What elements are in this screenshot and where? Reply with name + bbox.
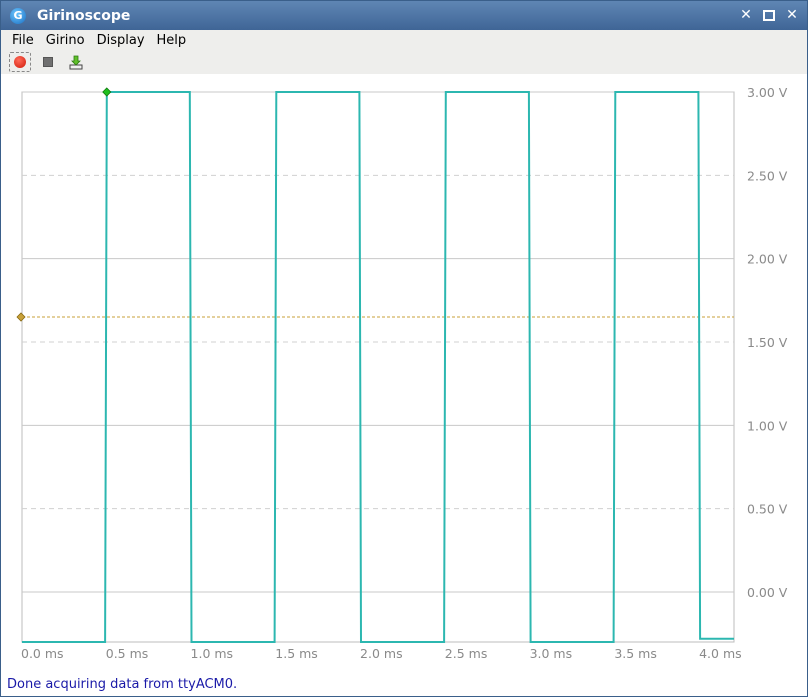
toolbar (1, 50, 807, 74)
y-tick-label: 0.00 V (747, 585, 788, 600)
x-tick-label: 3.0 ms (530, 646, 573, 661)
scope-chart[interactable]: 3.00 V 2.50 V 2.00 V 1.50 V 1.00 V 0.50 V 0.00… (1, 74, 807, 674)
x-tick-label: 3.5 ms (614, 646, 657, 661)
title-bar[interactable]: G Girinoscope ✕ ✕ (1, 1, 807, 30)
window-controls: ✕ ✕ (737, 6, 801, 24)
y-tick-label: 1.00 V (747, 418, 788, 433)
export-icon (69, 55, 83, 70)
menu-display[interactable]: Display (91, 33, 151, 48)
x-tick-label: 4.0 ms (699, 646, 742, 661)
menu-file[interactable]: File (6, 33, 40, 48)
close-icon[interactable]: ✕ (783, 6, 801, 24)
export-button[interactable] (65, 52, 87, 72)
y-tick-label: 0.50 V (747, 502, 788, 517)
record-icon (14, 56, 26, 68)
y-tick-label: 3.00 V (747, 85, 788, 100)
stop-icon (43, 57, 53, 67)
scope-display[interactable]: 3.00 V 2.50 V 2.00 V 1.50 V 1.00 V 0.50 V 0.00… (1, 74, 807, 674)
x-tick-label: 0.0 ms (21, 646, 64, 661)
record-button[interactable] (9, 52, 31, 72)
y-tick-label: 2.50 V (747, 168, 788, 183)
plot-frame (21, 91, 735, 643)
app-window: G Girinoscope ✕ ✕ File Girino Display He… (0, 0, 808, 697)
x-tick-label: 2.5 ms (445, 646, 488, 661)
x-tick-label: 2.0 ms (360, 646, 403, 661)
menu-girino[interactable]: Girino (40, 33, 91, 48)
app-icon: G (10, 7, 26, 24)
stop-button[interactable] (37, 52, 59, 72)
y-tick-label: 1.50 V (747, 335, 788, 350)
x-tick-label: 0.5 ms (106, 646, 149, 661)
x-tick-label: 1.0 ms (191, 646, 234, 661)
menu-bar: File Girino Display Help (1, 30, 807, 50)
status-message: Done acquiring data from ttyACM0. (7, 677, 238, 692)
maximize-icon[interactable] (760, 6, 778, 24)
menu-help[interactable]: Help (151, 33, 193, 48)
window-title: Girinoscope (37, 7, 131, 24)
minimize-icon[interactable]: ✕ (737, 6, 755, 24)
status-bar: Done acquiring data from ttyACM0. (1, 674, 807, 696)
y-tick-label: 2.00 V (747, 252, 788, 267)
x-tick-label: 1.5 ms (275, 646, 318, 661)
